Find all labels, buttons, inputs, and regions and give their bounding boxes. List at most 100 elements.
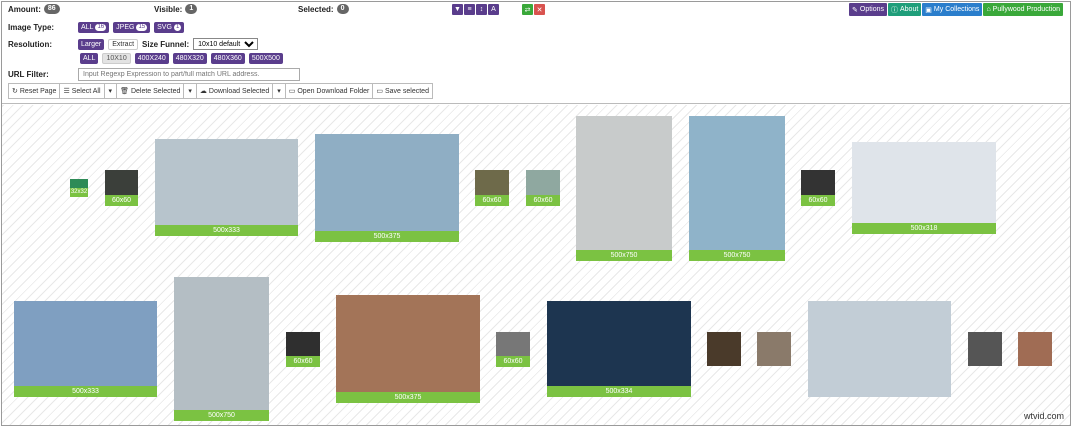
type-svg-button[interactable]: SVG 1 [154, 22, 185, 33]
extract-button[interactable]: Extract [108, 38, 139, 50]
image-thumb[interactable]: 500x318 [852, 142, 996, 234]
image-thumb[interactable]: 60x60 [526, 170, 560, 206]
list-icon: ☰ [63, 88, 70, 95]
thumbnail-image [336, 295, 480, 392]
home-icon: ⌂ [986, 6, 991, 13]
selected-badge: 0 [336, 4, 349, 14]
thumbnail-image [475, 170, 509, 195]
image-caption: 500x333 [14, 386, 157, 397]
image-thumb[interactable]: 60x60 [286, 332, 320, 367]
list-icon[interactable]: ≡ [464, 4, 475, 15]
visible-badge: 1 [185, 4, 198, 14]
image-thumb[interactable]: 60x60 [475, 170, 509, 206]
larger-button[interactable]: Larger [78, 38, 105, 50]
image-thumb[interactable]: 500x375 [315, 134, 459, 242]
filter-icon[interactable]: ▼ [452, 4, 463, 15]
select-all-button[interactable]: ☰ Select All [59, 83, 105, 99]
size-funnel-label: Size Funnel: [142, 39, 190, 49]
image-thumb[interactable]: 500x334 [547, 301, 691, 397]
image-caption: 60x60 [286, 356, 320, 367]
image-caption: 500x750 [174, 410, 269, 421]
url-filter-row: URL Filter: [8, 68, 300, 81]
image-caption: 500x750 [689, 250, 785, 261]
folder-save-icon: ▭ [376, 88, 383, 95]
thumbnail-image [1018, 332, 1052, 366]
folder-open-icon: ▭ [288, 88, 296, 95]
download-dropdown[interactable]: ▾ [272, 83, 286, 99]
reset-page-label: Reset Page [19, 87, 57, 95]
image-thumb[interactable] [1018, 332, 1052, 366]
image-thumb[interactable] [968, 332, 1002, 366]
type-svg-count: 1 [173, 24, 182, 31]
caret-down-icon: ▾ [108, 88, 113, 95]
url-filter-label: URL Filter: [8, 70, 49, 79]
thumbnail-image [852, 142, 996, 223]
image-thumb[interactable]: 60x60 [105, 170, 138, 206]
size-funnel-select[interactable]: 10x10 default [193, 38, 259, 50]
image-thumb[interactable]: 60x60 [801, 170, 835, 206]
image-thumb[interactable]: 500x750 [174, 277, 269, 421]
cloud-download-icon: ☁ [199, 88, 207, 95]
select-all-dropdown[interactable]: ▾ [103, 83, 118, 99]
type-svg-label: SVG [157, 24, 172, 31]
close-icon[interactable]: ✕ [534, 4, 545, 15]
text-icon[interactable]: A [488, 4, 499, 15]
action-bar: ↻ Reset Page ☰ Select All ▾ 🗑 Delete Select… [8, 83, 433, 99]
size-10x10-button[interactable]: 10X10 [102, 53, 131, 64]
image-caption: 60x60 [496, 356, 530, 367]
size-chips-row: ALL 10X10 400X240 480X320 480X360 500X50… [80, 53, 283, 64]
image-thumb[interactable]: 500x333 [14, 301, 157, 397]
resolution-label: Resolution: [8, 39, 52, 49]
size-400x240-button[interactable]: 400X240 [134, 53, 169, 64]
download-selected-button[interactable]: ☁ Download Selected [195, 83, 274, 99]
image-thumb[interactable] [757, 332, 791, 366]
options-button[interactable]: ✎ Options [849, 3, 887, 16]
download-selected-label: Download Selected [208, 87, 270, 95]
thumbnail-image [174, 277, 269, 410]
reset-page-button[interactable]: ↻ Reset Page [8, 83, 61, 99]
image-caption: 60x60 [526, 195, 560, 206]
image-caption: 500x375 [315, 231, 459, 242]
swap-icon[interactable]: ⇄ [522, 4, 533, 15]
image-thumb[interactable]: 500x375 [336, 295, 480, 403]
image-caption: 500x334 [547, 386, 691, 397]
image-thumb[interactable]: 500x750 [576, 116, 672, 261]
thumbnail-image [155, 139, 298, 225]
thumbnail-image [757, 332, 791, 366]
type-jpeg-button[interactable]: JPEG 15 [113, 22, 151, 33]
delete-dropdown[interactable]: ▾ [183, 83, 197, 99]
size-all-button[interactable]: ALL [80, 53, 99, 64]
size-480x320-button[interactable]: 480X320 [172, 53, 207, 64]
collections-button[interactable]: ▣ My Collections [922, 3, 983, 16]
open-folder-label: Open Download Folder [297, 87, 370, 95]
type-all-button[interactable]: ALL 16 [78, 22, 110, 33]
select-all-label: Select All [71, 87, 101, 95]
image-thumb[interactable] [808, 301, 951, 397]
url-filter-input[interactable] [78, 68, 300, 81]
open-folder-button[interactable]: ▭ Open Download Folder [284, 83, 374, 99]
trash-icon: 🗑 [120, 88, 129, 95]
about-button[interactable]: ⓘ About [888, 3, 922, 16]
size-480x360-button[interactable]: 480X360 [210, 53, 245, 64]
nav-buttons: ✎ Options ⓘ About ▣ My Collections ⌂ Pul… [849, 3, 1063, 16]
image-thumb[interactable]: 500x333 [155, 139, 298, 236]
image-thumb[interactable] [707, 332, 741, 366]
production-button[interactable]: ⌂ Pullywood Production [983, 3, 1063, 16]
save-selected-label: Save selected [384, 87, 429, 95]
save-selected-button[interactable]: ▭ Save selected [372, 83, 433, 99]
image-thumb[interactable]: 500x750 [689, 116, 785, 261]
image-caption: 500x318 [852, 223, 996, 234]
delete-selected-button[interactable]: 🗑 Delete Selected [116, 83, 185, 99]
image-thumb[interactable]: 60x60 [496, 332, 530, 367]
type-jpeg-count: 15 [136, 24, 148, 31]
thumbnail-image [526, 170, 560, 195]
sort-icon[interactable]: ↕ [476, 4, 487, 15]
image-caption: 500x375 [336, 392, 480, 403]
image-caption: 60x60 [105, 195, 138, 206]
thumbnail-image [105, 170, 138, 195]
size-500x500-button[interactable]: 500X500 [248, 53, 283, 64]
thumbnail-image [968, 332, 1002, 366]
image-thumb[interactable]: 32x32 [70, 179, 88, 197]
watermark-text: wtvid.com [1023, 411, 1064, 421]
thumbnail-image [689, 116, 785, 250]
